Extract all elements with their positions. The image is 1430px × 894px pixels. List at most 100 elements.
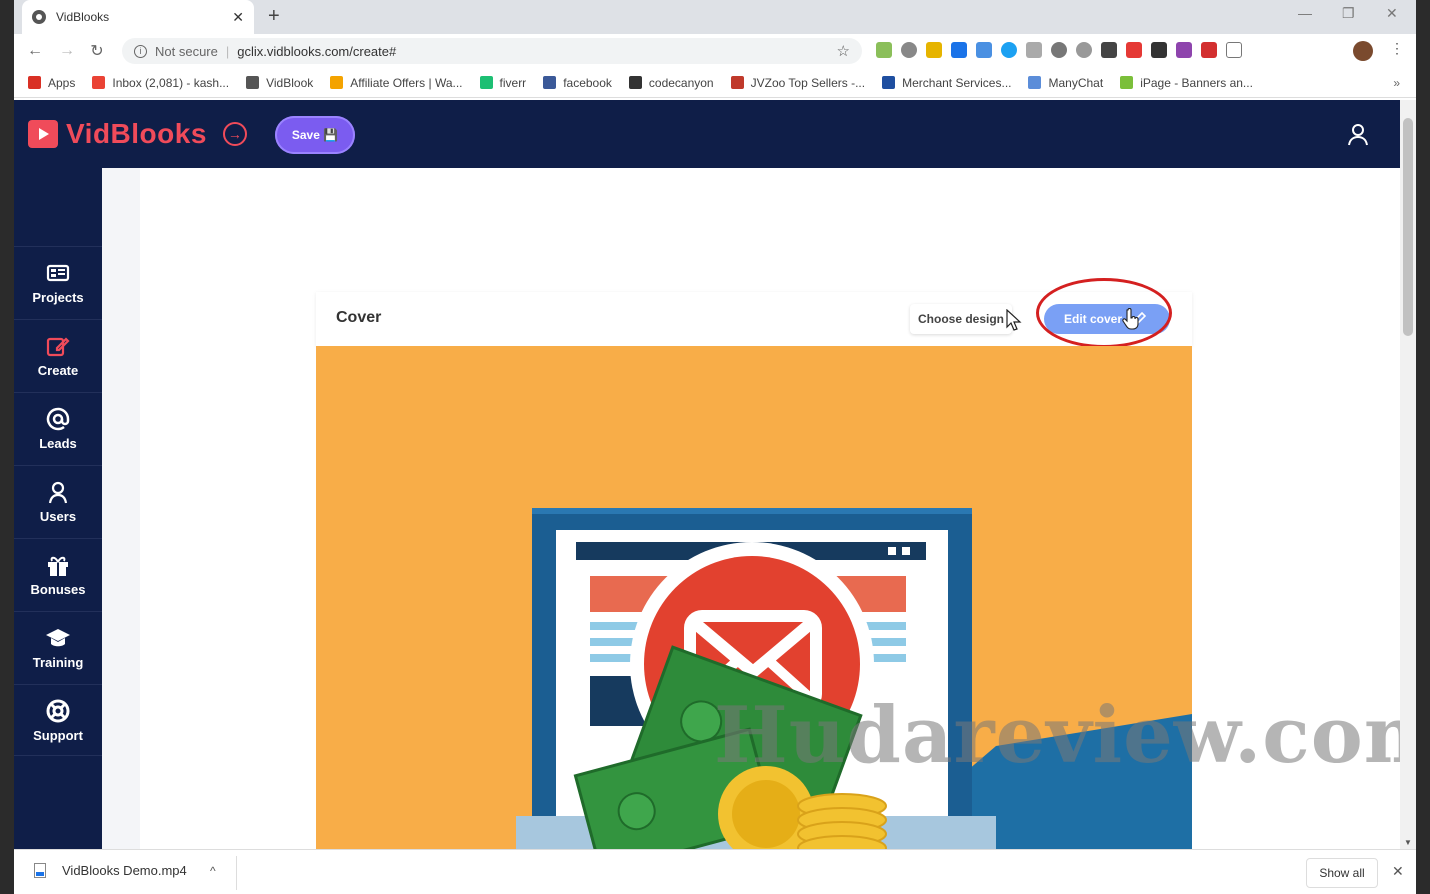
minimize-button[interactable]: —	[1298, 5, 1312, 21]
app-header: VidBlooks → Save 💾	[14, 100, 1400, 168]
extension-link-icon[interactable]	[1151, 42, 1167, 58]
url-text[interactable]: gclix.vidblooks.com/create#	[237, 44, 836, 59]
info-icon[interactable]: i	[134, 44, 147, 58]
graduation-cap-icon	[46, 629, 70, 647]
extension-target-icon[interactable]	[1051, 42, 1067, 58]
bookmark-favicon-icon	[882, 76, 896, 89]
bookmark-label: Apps	[48, 75, 76, 90]
extension-calendar-icon[interactable]	[1201, 42, 1217, 58]
user-icon	[48, 481, 68, 504]
browser-menu-icon[interactable]: ⋮	[1390, 40, 1404, 57]
bookmark-favicon-icon	[628, 76, 642, 89]
globe-icon	[32, 10, 46, 24]
extension-pencil-icon[interactable]	[926, 42, 942, 58]
sidebar-item-bonuses[interactable]: Bonuses	[14, 538, 102, 610]
page-scrollbar[interactable]: ▼	[1400, 100, 1416, 849]
sidebar-label-projects: Projects	[32, 290, 84, 305]
user-account-icon[interactable]	[1346, 122, 1370, 146]
forward-button[interactable]: →	[52, 42, 82, 60]
tab-title: VidBlooks	[56, 10, 110, 24]
bookmark-label: iPage - Banners an...	[1140, 75, 1253, 90]
extension-iq-icon[interactable]	[976, 42, 992, 58]
at-icon	[46, 407, 70, 431]
sidebar-item-leads[interactable]: Leads	[14, 392, 102, 464]
choose-design-button[interactable]: Choose design	[910, 304, 1013, 334]
restore-button[interactable]: ❐	[1342, 5, 1355, 22]
bookmark-label: fiverr	[499, 75, 527, 90]
sidebar: Projects Create Leads Users Bonuses Trai…	[14, 168, 102, 849]
bookmark-label: codecanyon	[648, 75, 714, 90]
extension-search-icon[interactable]	[901, 42, 917, 58]
security-label: Not secure	[155, 43, 218, 59]
bookmark-label: Affiliate Offers | Wa...	[350, 75, 463, 90]
sidebar-item-training[interactable]: Training	[14, 611, 102, 683]
edit-icon	[46, 337, 70, 357]
extension-box-icon[interactable]	[1026, 42, 1042, 58]
sidebar-label-support: Support	[33, 727, 83, 743]
extension-grid-icon[interactable]	[1101, 42, 1117, 58]
bookmark-item[interactable]: fiverr	[479, 75, 527, 90]
sidebar-item-projects[interactable]: Projects	[14, 246, 102, 318]
bookmark-favicon-icon	[28, 76, 41, 89]
arrow-circle-icon[interactable]: →	[222, 122, 247, 146]
reload-button[interactable]: ↻	[82, 41, 112, 61]
bookmark-star-icon[interactable]: ☆	[837, 42, 850, 60]
bookmarks-bar: Apps Inbox (2,081) - kash... VidBlook Affil…	[14, 68, 1416, 98]
logo-text: VidBlooks	[66, 118, 207, 149]
bookmark-item[interactable]: Apps	[28, 76, 75, 90]
bookmark-item[interactable]: facebook	[543, 76, 612, 90]
bookmark-item[interactable]: Merchant Services...	[882, 76, 1011, 90]
bookmark-item[interactable]: VidBlook	[246, 76, 313, 90]
content-gutter	[102, 168, 140, 849]
bookmark-item[interactable]: JVZoo Top Sellers -...	[730, 76, 865, 90]
hand-pointer-icon	[1122, 308, 1139, 330]
gift-icon	[48, 556, 68, 576]
chevron-up-icon[interactable]: ^	[210, 864, 216, 878]
download-bar-close-icon[interactable]: ✕	[1392, 863, 1404, 880]
extension-gear-icon[interactable]	[1076, 42, 1092, 58]
cover-card-header: Cover Choose design Edit cover	[316, 278, 1192, 348]
bookmark-favicon-icon	[1120, 76, 1134, 89]
bookmark-item[interactable]: codecanyon	[628, 75, 714, 90]
lifebuoy-icon	[46, 699, 70, 722]
back-button[interactable]: ←	[20, 42, 50, 60]
download-item[interactable]: VidBlooks Demo.mp4	[34, 863, 187, 878]
profile-avatar[interactable]	[1353, 41, 1373, 61]
bookmark-favicon-icon	[92, 76, 106, 89]
mouse-pointer-icon	[1006, 309, 1022, 331]
bookmark-favicon-icon	[730, 76, 744, 89]
tab-close-icon[interactable]: ✕	[232, 9, 244, 26]
save-button[interactable]: Save 💾	[275, 116, 355, 154]
tab-strip: VidBlooks ✕ + — ❐ ✕	[14, 0, 1416, 34]
bookmark-label: Merchant Services...	[902, 75, 1012, 90]
sidebar-label-users: Users	[39, 509, 77, 524]
show-all-button[interactable]: Show all	[1306, 858, 1378, 888]
extension-pin-icon[interactable]	[1126, 42, 1142, 58]
bookmark-label: Inbox (2,081) - kash...	[112, 75, 230, 90]
sidebar-item-users[interactable]: Users	[14, 465, 102, 537]
address-separator: |	[225, 43, 230, 59]
new-tab-button[interactable]: +	[268, 5, 280, 28]
watermark-text: Hudareview.com	[714, 690, 1416, 781]
file-icon	[34, 863, 46, 878]
extension-s-icon[interactable]	[1176, 42, 1192, 58]
extension-circle-icon[interactable]	[1001, 42, 1017, 58]
edit-cover-button[interactable]: Edit cover	[1044, 304, 1170, 334]
extension-chart-icon[interactable]	[876, 42, 892, 58]
scroll-down-arrow-icon[interactable]: ▼	[1404, 838, 1412, 847]
address-bar[interactable]: i Not secure | gclix.vidblooks.com/creat…	[122, 38, 862, 64]
bookmark-item[interactable]: Inbox (2,081) - kash...	[92, 76, 229, 90]
extension-v-icon[interactable]	[951, 42, 967, 58]
sidebar-item-support[interactable]: Support	[14, 684, 102, 756]
bookmark-label: VidBlook	[266, 75, 314, 90]
bookmark-item[interactable]: Affiliate Offers | Wa...	[330, 75, 463, 90]
bookmarks-overflow-button[interactable]: »	[1393, 76, 1400, 90]
bookmark-item[interactable]: iPage - Banners an...	[1120, 76, 1253, 90]
sidebar-item-create[interactable]: Create	[14, 319, 102, 391]
bookmark-item[interactable]: ManyChat	[1028, 76, 1103, 90]
browser-tab[interactable]: VidBlooks ✕	[22, 0, 254, 34]
cast-icon[interactable]	[1226, 42, 1242, 58]
scrollbar-thumb[interactable]	[1403, 118, 1413, 336]
vidblooks-logo[interactable]: VidBlooks →	[28, 118, 247, 150]
window-close-button[interactable]: ✕	[1386, 5, 1398, 22]
